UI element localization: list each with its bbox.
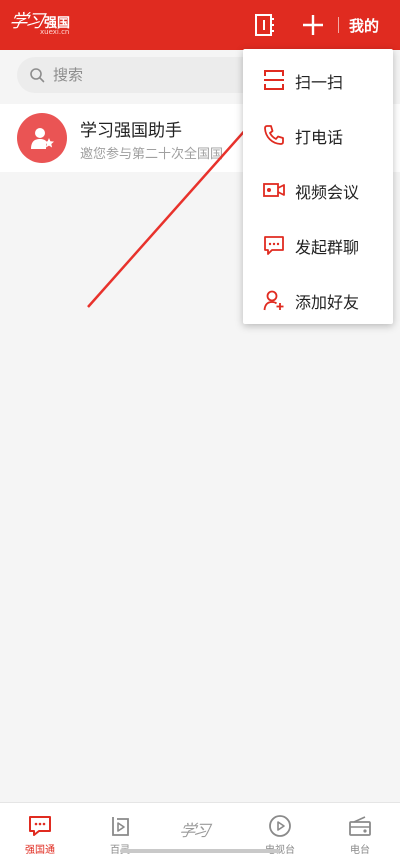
top-bar: 学习强国 xuexi.cn 我的 [0, 0, 400, 50]
avatar [17, 113, 67, 163]
home-indicator [120, 849, 280, 853]
phone-icon [264, 125, 284, 145]
chat-bubble-icon [264, 236, 284, 255]
bailing-play-icon [112, 817, 129, 836]
center-calligraphy: 学习 [177, 821, 210, 840]
add-menu-button[interactable] [298, 10, 328, 40]
xuexi-logo-icon[interactable]: 学习 [176, 806, 224, 854]
logo-domain: xuexi.cn [40, 28, 70, 36]
menu-item-phone[interactable]: 打电话 [243, 106, 393, 161]
scan-icon [264, 70, 284, 90]
menu-item-video-meeting[interactable]: 视频会议 [243, 161, 393, 216]
menu-item-label: 发起群聊 [295, 238, 360, 257]
header-divider [338, 17, 339, 33]
add-dropdown-menu: 扫一扫 打电话 视频会议 发起群聊 添加好友 [243, 49, 393, 324]
menu-item-label: 视频会议 [295, 183, 360, 202]
add-friend-icon [263, 290, 284, 311]
search-icon [30, 68, 45, 83]
nav-tab-radio[interactable]: 电台 [320, 803, 400, 856]
plus-icon [303, 15, 323, 35]
nav-tab-qiangguotong[interactable]: 强国通 [0, 803, 80, 856]
menu-item-label: 扫一扫 [295, 73, 344, 92]
mine-button[interactable]: 我的 [349, 15, 379, 36]
menu-item-scan[interactable]: 扫一扫 [243, 51, 393, 106]
assistant-user-star-icon [31, 128, 54, 149]
conversation-title: 学习强国助手 [80, 121, 182, 141]
radio-icon [349, 816, 371, 836]
menu-item-group-chat[interactable]: 发起群聊 [243, 216, 393, 271]
chat-icon [29, 816, 51, 836]
video-camera-icon [263, 183, 285, 197]
menu-item-add-friend[interactable]: 添加好友 [243, 271, 393, 326]
tv-play-icon [269, 815, 291, 837]
xuexi-logo: 学习强国 xuexi.cn [7, 7, 70, 36]
nav-label: 电台 [350, 845, 370, 856]
menu-item-label: 打电话 [295, 128, 344, 147]
contacts-book-icon [255, 14, 274, 36]
nav-label: 强国通 [25, 845, 55, 856]
conversation-preview: 邀您参与第二十次全国国 [80, 147, 224, 162]
menu-item-label: 添加好友 [295, 293, 360, 312]
contacts-book-button[interactable] [249, 10, 279, 40]
